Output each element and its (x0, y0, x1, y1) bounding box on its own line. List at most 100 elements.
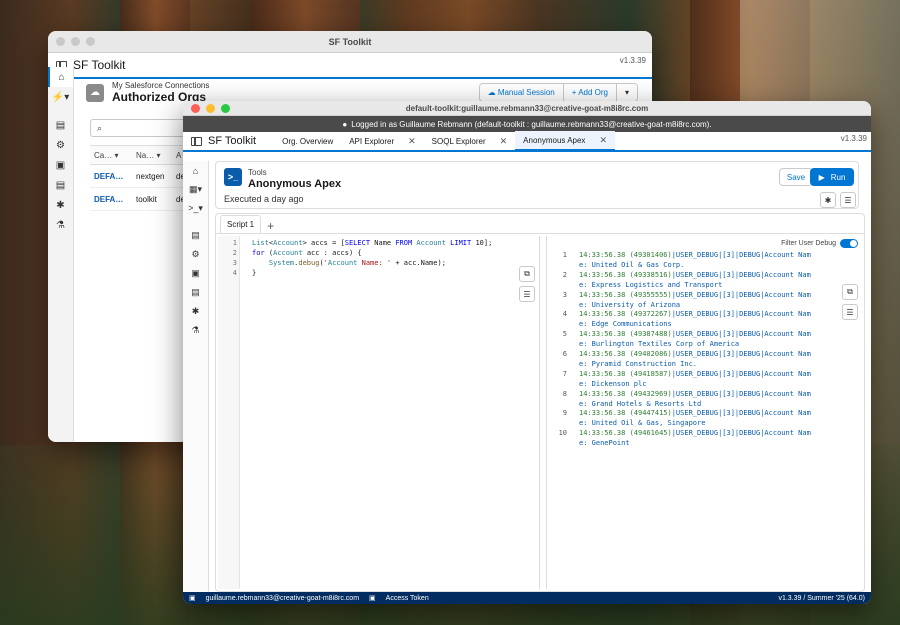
copy-icon[interactable]: ⧉ (519, 266, 535, 282)
debug-icon[interactable]: ✱ (820, 192, 836, 208)
add-org-label: Add Org (578, 88, 608, 97)
column-header[interactable]: Ca… ▾ (90, 151, 132, 160)
tab-script-1[interactable]: Script 1 (220, 215, 262, 233)
close-icon[interactable]: ✕ (408, 136, 416, 147)
log-timestamp: 14:33:56.38 (49372267) (579, 310, 672, 319)
app-version: v1.3.39 (619, 56, 646, 65)
flask-icon[interactable]: ⚗ (183, 321, 208, 340)
status-bar: ▣ guillaume.rebmann33@creative-goat-m8i8… (183, 592, 871, 604)
log-timestamp: 14:33:56.38 (49301406) (579, 251, 672, 259)
close-window-button[interactable] (191, 104, 200, 113)
zoom-window-button[interactable] (86, 37, 95, 46)
search-icon: ⌕ (97, 123, 103, 133)
home-icon[interactable]: ⌂ (183, 161, 208, 180)
tab-label: Anonymous Apex (523, 135, 586, 145)
clipboard-icon[interactable]: ▣ (183, 264, 208, 283)
table-header: Ca… ▾ Na… ▾ A (90, 145, 184, 165)
log-line-number: 6 (562, 350, 567, 358)
sidebar: ⌂ ▦▾ >_▾ ▤ ⚙ ▣ ▤ ✱ ⚗ (183, 161, 209, 594)
book-icon[interactable]: ▤ (48, 115, 73, 135)
status-user[interactable]: guillaume.rebmann33@creative-goat-m8i8rc… (206, 595, 359, 602)
clipboard-icon[interactable]: ▣ (48, 155, 73, 175)
tab-bar: SF Toolkit Org. Overview API Explorer ✕ S… (183, 131, 871, 152)
close-window-button[interactable] (56, 37, 65, 46)
app-name: SF Toolkit (208, 135, 257, 147)
filter-user-debug[interactable]: Filter User Debug (781, 239, 858, 248)
column-header-label: Na… (136, 150, 155, 160)
org-alias-link[interactable]: DEFA… (90, 195, 132, 204)
log-line-number: 4 (562, 310, 567, 319)
play-icon: ▶ (818, 172, 825, 182)
line-number: 2 (232, 249, 237, 257)
run-button[interactable]: ▶ Run (810, 168, 854, 186)
log-timestamp: 14:33:56.38 (49387488) (579, 330, 672, 339)
access-token-link[interactable]: Access Token (386, 595, 429, 602)
save-button[interactable]: Save (779, 168, 813, 186)
table-icon[interactable]: ▦▾ (183, 180, 208, 199)
window-controls (56, 37, 95, 46)
org-actions: ☁ Manual Session + Add Org ▾ (478, 83, 638, 102)
tool-header-card: >_ Tools Anonymous Apex Executed a day a… (215, 161, 859, 209)
home-icon[interactable]: ⌂ (48, 67, 73, 87)
org-name: nextgen (136, 171, 165, 181)
column-header[interactable]: Na… ▾ (132, 151, 174, 160)
log-line-number: 1 (562, 251, 567, 259)
zoom-window-button[interactable] (221, 104, 230, 113)
orgs-table: Ca… ▾ Na… ▾ A DEFA… nextgen de DEFA… too… (90, 145, 185, 211)
window-titlebar[interactable]: default-toolkit:guillaume.rebmann33@crea… (183, 101, 871, 116)
orgs-subtitle: My Salesforce Connections (112, 81, 210, 90)
tool-category: Tools (248, 168, 267, 177)
table-row[interactable]: DEFA… toolkit de (90, 188, 185, 211)
manual-session-button[interactable]: ☁ Manual Session (479, 84, 564, 101)
editor-card: Script 1 + 1 2 3 4 List<Account> accs = … (215, 213, 865, 592)
bolt-icon[interactable]: ⚡▾ (48, 87, 73, 107)
log-line-text: 14:33:56.38 (49432969)|USER_DEBUG|[3]|DE… (579, 389, 815, 409)
copy-icon[interactable]: ⧉ (842, 284, 858, 300)
anonymous-apex-window: default-toolkit:guillaume.rebmann33@crea… (183, 101, 871, 604)
tab-anonymous-apex[interactable]: Anonymous Apex ✕ (515, 131, 615, 151)
table-row[interactable]: DEFA… nextgen de (90, 165, 185, 188)
filter-toggle[interactable] (840, 239, 858, 248)
list-icon[interactable]: ☰ (842, 304, 858, 320)
window-title: default-toolkit:guillaume.rebmann33@crea… (405, 103, 649, 113)
close-icon[interactable]: ✕ (500, 136, 508, 147)
code-editor[interactable]: 1 2 3 4 List<Account> accs = [SELECT Nam… (218, 236, 540, 589)
list-icon[interactable]: ☰ (840, 192, 856, 208)
log-line-text: 14:33:56.38 (49418587)|USER_DEBUG|[3]|DE… (579, 369, 815, 389)
format-icon[interactable]: ☰ (519, 286, 535, 302)
book-icon[interactable]: ▤ (183, 283, 208, 302)
window-title: SF Toolkit (328, 36, 372, 47)
filter-label: Filter User Debug (781, 240, 836, 247)
minimize-window-button[interactable] (71, 37, 80, 46)
code-line: System.debug('Account Name: ' + acc.Name… (268, 259, 446, 267)
close-icon[interactable]: ✕ (599, 135, 607, 146)
tab-api-explorer[interactable]: API Explorer ✕ (341, 131, 423, 151)
add-org-button[interactable]: + Add Org (563, 84, 617, 101)
window-titlebar[interactable]: SF Toolkit (48, 31, 652, 53)
bug-icon[interactable]: ✱ (48, 195, 73, 215)
gear-icon[interactable]: ⚙ (48, 135, 73, 155)
executed-status: Executed a day ago (224, 194, 304, 204)
bug-icon[interactable]: ✱ (183, 302, 208, 321)
log-line-text: 14:33:56.38 (49355555)|USER_DEBUG|[3]|DE… (579, 290, 815, 310)
tab-soql-explorer[interactable]: SOQL Explorer ✕ (424, 131, 516, 151)
minimize-window-button[interactable] (206, 104, 215, 113)
sidebar-toggle-icon[interactable] (191, 136, 202, 146)
chevron-down-icon[interactable]: ▾ (616, 84, 637, 101)
book-icon[interactable]: ▤ (183, 226, 208, 245)
terminal-icon[interactable]: >_▾ (183, 199, 208, 218)
login-banner-text: Logged in as Guillaume Rebmann (default-… (351, 119, 712, 129)
org-alias-link[interactable]: DEFA… (90, 172, 132, 181)
line-number: 3 (232, 259, 237, 267)
tab-org-overview[interactable]: Org. Overview (274, 131, 341, 151)
run-label: Run (830, 172, 846, 182)
gear-icon[interactable]: ⚙ (183, 245, 208, 264)
book-icon[interactable]: ▤ (48, 175, 73, 195)
column-header-label: A (176, 150, 182, 160)
search-input[interactable]: ⌕ (90, 119, 190, 137)
page-title: Anonymous Apex (248, 178, 342, 190)
flask-icon[interactable]: ⚗ (48, 215, 73, 235)
add-script-button[interactable]: + (261, 219, 280, 233)
org-name: toolkit (136, 194, 157, 204)
log-line-number: 3 (562, 290, 567, 299)
